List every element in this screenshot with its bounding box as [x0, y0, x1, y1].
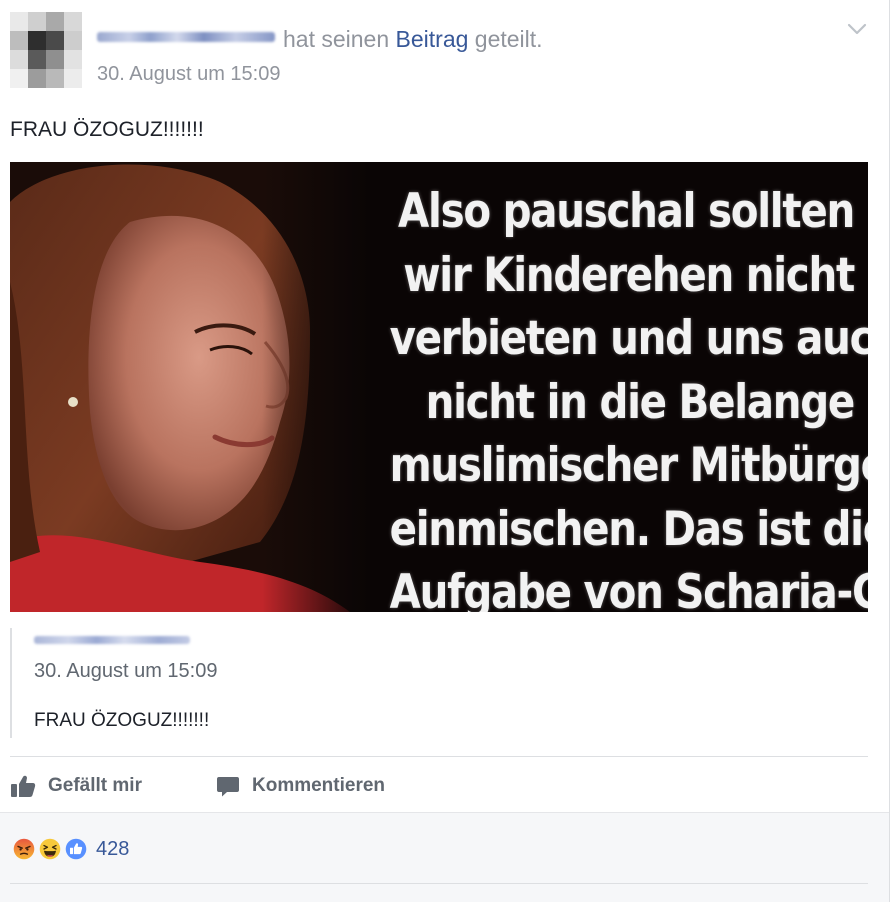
- caption-line: wir Kinderehen nicht: [403, 247, 855, 303]
- shared-post: hat seinen Beitrag geteilt. 30. August u…: [0, 0, 890, 902]
- caption-line: Aufgabe von Scharia-Gerichten.: [389, 565, 868, 612]
- post-image[interactable]: Also pauschal sollten wir Kinderehen nic…: [10, 162, 868, 612]
- chevron-down-icon[interactable]: [846, 20, 868, 38]
- shared-post-link[interactable]: Beitrag: [396, 26, 469, 52]
- shared-original-post: 30. August um 15:09 FRAU ÖZOGUZ!!!!!!!: [10, 628, 868, 738]
- caption-line: nicht in die Belange: [425, 374, 856, 430]
- caption-line: verbieten und uns auch: [389, 311, 868, 366]
- post-text: FRAU ÖZOGUZ!!!!!!!: [10, 118, 204, 141]
- original-post-timestamp[interactable]: 30. August um 15:09: [34, 660, 217, 683]
- image-caption: Also pauschal sollten wir Kinderehen nic…: [389, 180, 868, 612]
- thumbs-up-icon: [11, 775, 36, 797]
- original-post-text: FRAU ÖZOGUZ!!!!!!!: [34, 710, 210, 731]
- caption-line: Also pauschal sollten: [398, 184, 855, 239]
- comment-icon: [217, 777, 239, 797]
- like-label: Gefällt mir: [48, 775, 142, 796]
- portrait-image: [10, 162, 370, 612]
- post-timestamp[interactable]: 30. August um 15:09: [97, 63, 280, 86]
- author-name-redacted[interactable]: [97, 31, 275, 42]
- comment-label: Kommentieren: [252, 775, 386, 796]
- caption-line: muslimischer Mitbürger: [389, 438, 868, 493]
- like-button[interactable]: Gefällt mir: [10, 770, 142, 802]
- header-action-suffix: geteilt.: [474, 26, 543, 52]
- original-author-name-redacted[interactable]: [34, 636, 190, 644]
- divider: [10, 756, 868, 757]
- reaction-summary[interactable]: 428: [10, 835, 129, 863]
- like-icon: [62, 835, 90, 863]
- header-action-text: hat seinen: [283, 26, 390, 52]
- haha-icon: [36, 835, 64, 863]
- avatar[interactable]: [10, 12, 82, 88]
- reactions-bar: 428: [0, 812, 889, 902]
- reaction-count[interactable]: 428: [96, 838, 129, 861]
- angry-icon: [10, 835, 38, 863]
- post-header-line: hat seinen Beitrag geteilt.: [97, 26, 543, 53]
- divider: [10, 883, 868, 884]
- caption-line: einmischen. Das ist die: [389, 501, 868, 557]
- comment-button[interactable]: Kommentieren: [216, 770, 385, 802]
